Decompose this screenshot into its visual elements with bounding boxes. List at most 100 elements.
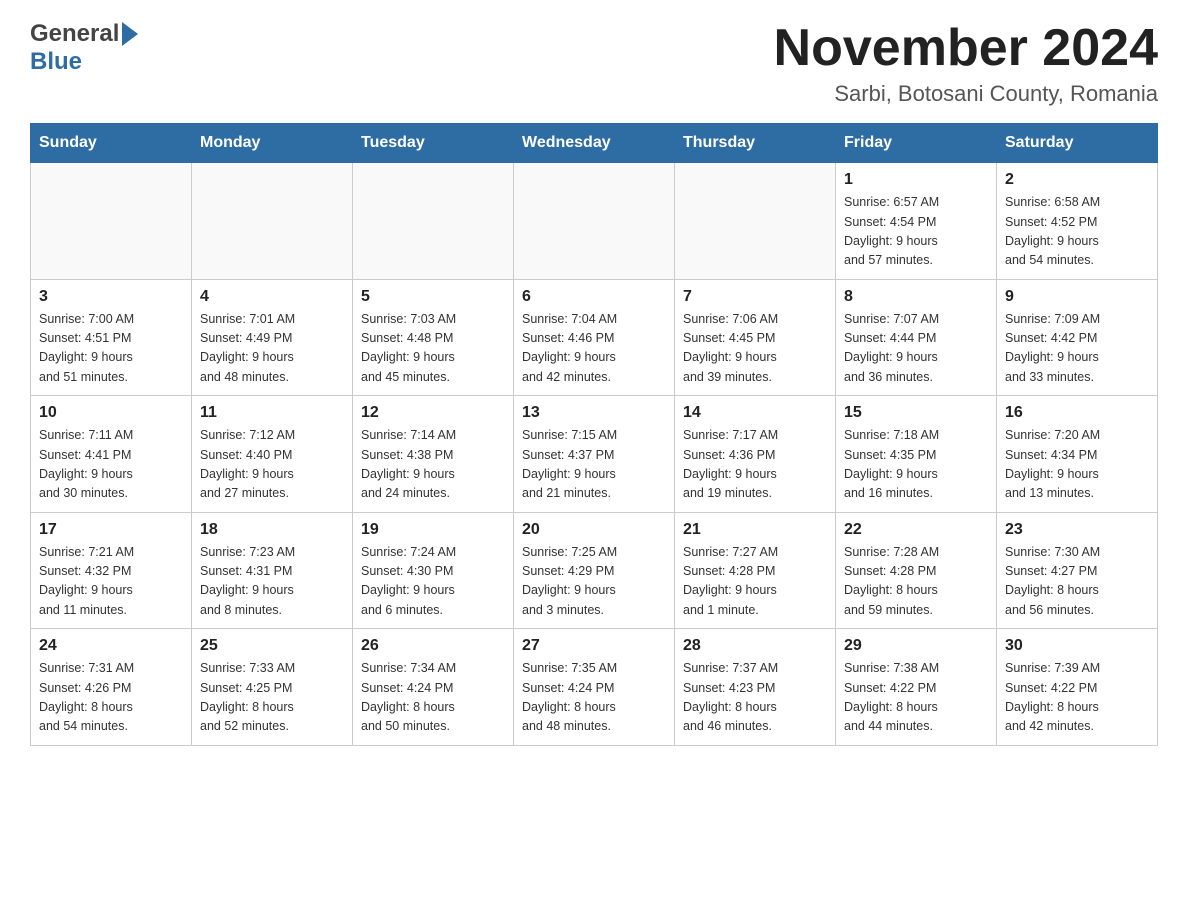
day-info: Sunrise: 7:25 AM Sunset: 4:29 PM Dayligh…: [522, 543, 666, 621]
day-number: 25: [200, 637, 344, 655]
title-area: November 2024 Sarbi, Botosani County, Ro…: [774, 20, 1158, 107]
day-number: 2: [1005, 171, 1149, 189]
calendar-cell: 9Sunrise: 7:09 AM Sunset: 4:42 PM Daylig…: [997, 279, 1158, 396]
calendar-cell: 22Sunrise: 7:28 AM Sunset: 4:28 PM Dayli…: [836, 512, 997, 629]
day-number: 22: [844, 521, 988, 539]
calendar-cell: 11Sunrise: 7:12 AM Sunset: 4:40 PM Dayli…: [192, 396, 353, 513]
day-info: Sunrise: 7:14 AM Sunset: 4:38 PM Dayligh…: [361, 426, 505, 504]
day-info: Sunrise: 7:24 AM Sunset: 4:30 PM Dayligh…: [361, 543, 505, 621]
calendar-cell: 2 Sunrise: 6:58 AM Sunset: 4:52 PM Daylig…: [997, 163, 1158, 280]
day-info: Sunrise: 7:15 AM Sunset: 4:37 PM Dayligh…: [522, 426, 666, 504]
column-header-monday: Monday: [192, 124, 353, 163]
calendar-week-row: 24Sunrise: 7:31 AM Sunset: 4:26 PM Dayli…: [31, 629, 1158, 746]
day-number: 12: [361, 404, 505, 422]
day-info: Sunrise: 7:34 AM Sunset: 4:24 PM Dayligh…: [361, 659, 505, 737]
calendar-cell: 6 Sunrise: 7:04 AM Sunset: 4:46 PM Daylig…: [514, 279, 675, 396]
day-number: 30: [1005, 637, 1149, 655]
calendar-cell: 1 Sunrise: 6:57 AM Sunset: 4:54 PM Daylig…: [836, 163, 997, 280]
day-number: 4: [200, 288, 344, 306]
calendar-cell: 20 Sunrise: 7:25 AM Sunset: 4:29 PM Dayli…: [514, 512, 675, 629]
day-number: 17: [39, 521, 183, 539]
calendar-cell: 24Sunrise: 7:31 AM Sunset: 4:26 PM Dayli…: [31, 629, 192, 746]
calendar-header-row: SundayMondayTuesdayWednesdayThursdayFrid…: [31, 124, 1158, 163]
calendar-cell: 8Sunrise: 7:07 AM Sunset: 4:44 PM Daylig…: [836, 279, 997, 396]
day-info: Sunrise: 7:04 AM Sunset: 4:46 PM Dayligh…: [522, 310, 666, 388]
day-number: 23: [1005, 521, 1149, 539]
day-info: Sunrise: 7:20 AM Sunset: 4:34 PM Dayligh…: [1005, 426, 1149, 504]
calendar-cell: 14 Sunrise: 7:17 AM Sunset: 4:36 PM Dayli…: [675, 396, 836, 513]
day-info: Sunrise: 6:58 AM Sunset: 4:52 PM Dayligh…: [1005, 193, 1149, 271]
day-info: Sunrise: 7:18 AM Sunset: 4:35 PM Dayligh…: [844, 426, 988, 504]
calendar-cell: 27 Sunrise: 7:35 AM Sunset: 4:24 PM Dayli…: [514, 629, 675, 746]
day-number: 16: [1005, 404, 1149, 422]
day-number: 15: [844, 404, 988, 422]
calendar-week-row: 3 Sunrise: 7:00 AM Sunset: 4:51 PM Daylig…: [31, 279, 1158, 396]
calendar-cell: 15 Sunrise: 7:18 AM Sunset: 4:35 PM Dayli…: [836, 396, 997, 513]
calendar-cell: 18Sunrise: 7:23 AM Sunset: 4:31 PM Dayli…: [192, 512, 353, 629]
day-number: 13: [522, 404, 666, 422]
calendar-cell: [192, 163, 353, 280]
column-header-saturday: Saturday: [997, 124, 1158, 163]
day-info: Sunrise: 7:37 AM Sunset: 4:23 PM Dayligh…: [683, 659, 827, 737]
calendar-cell: 4 Sunrise: 7:01 AM Sunset: 4:49 PM Daylig…: [192, 279, 353, 396]
day-info: Sunrise: 7:39 AM Sunset: 4:22 PM Dayligh…: [1005, 659, 1149, 737]
location-subtitle: Sarbi, Botosani County, Romania: [774, 81, 1158, 107]
calendar-week-row: 1 Sunrise: 6:57 AM Sunset: 4:54 PM Daylig…: [31, 163, 1158, 280]
day-info: Sunrise: 6:57 AM Sunset: 4:54 PM Dayligh…: [844, 193, 988, 271]
day-number: 20: [522, 521, 666, 539]
day-number: 3: [39, 288, 183, 306]
column-header-friday: Friday: [836, 124, 997, 163]
day-info: Sunrise: 7:17 AM Sunset: 4:36 PM Dayligh…: [683, 426, 827, 504]
day-number: 1: [844, 171, 988, 189]
day-info: Sunrise: 7:21 AM Sunset: 4:32 PM Dayligh…: [39, 543, 183, 621]
day-info: Sunrise: 7:27 AM Sunset: 4:28 PM Dayligh…: [683, 543, 827, 621]
logo-arrow-icon: [122, 22, 138, 46]
day-info: Sunrise: 7:33 AM Sunset: 4:25 PM Dayligh…: [200, 659, 344, 737]
page-header: General Blue November 2024 Sarbi, Botosa…: [30, 20, 1158, 107]
logo-general-text: General: [30, 20, 119, 48]
calendar-cell: 17 Sunrise: 7:21 AM Sunset: 4:32 PM Dayli…: [31, 512, 192, 629]
calendar-cell: 16 Sunrise: 7:20 AM Sunset: 4:34 PM Dayli…: [997, 396, 1158, 513]
day-number: 6: [522, 288, 666, 306]
column-header-sunday: Sunday: [31, 124, 192, 163]
calendar-cell: 23Sunrise: 7:30 AM Sunset: 4:27 PM Dayli…: [997, 512, 1158, 629]
day-info: Sunrise: 7:00 AM Sunset: 4:51 PM Dayligh…: [39, 310, 183, 388]
day-info: Sunrise: 7:06 AM Sunset: 4:45 PM Dayligh…: [683, 310, 827, 388]
column-header-wednesday: Wednesday: [514, 124, 675, 163]
day-number: 5: [361, 288, 505, 306]
calendar-cell: 5 Sunrise: 7:03 AM Sunset: 4:48 PM Daylig…: [353, 279, 514, 396]
calendar-table: SundayMondayTuesdayWednesdayThursdayFrid…: [30, 123, 1158, 746]
calendar-cell: 26 Sunrise: 7:34 AM Sunset: 4:24 PM Dayli…: [353, 629, 514, 746]
day-info: Sunrise: 7:03 AM Sunset: 4:48 PM Dayligh…: [361, 310, 505, 388]
calendar-cell: 7Sunrise: 7:06 AM Sunset: 4:45 PM Daylig…: [675, 279, 836, 396]
day-number: 27: [522, 637, 666, 655]
day-number: 21: [683, 521, 827, 539]
logo: General Blue: [30, 20, 138, 76]
month-title: November 2024: [774, 20, 1158, 77]
calendar-cell: 13 Sunrise: 7:15 AM Sunset: 4:37 PM Dayli…: [514, 396, 675, 513]
day-number: 26: [361, 637, 505, 655]
calendar-cell: [31, 163, 192, 280]
calendar-cell: 3 Sunrise: 7:00 AM Sunset: 4:51 PM Daylig…: [31, 279, 192, 396]
day-info: Sunrise: 7:01 AM Sunset: 4:49 PM Dayligh…: [200, 310, 344, 388]
column-header-thursday: Thursday: [675, 124, 836, 163]
day-number: 18: [200, 521, 344, 539]
day-number: 29: [844, 637, 988, 655]
calendar-cell: 21 Sunrise: 7:27 AM Sunset: 4:28 PM Dayli…: [675, 512, 836, 629]
day-number: 14: [683, 404, 827, 422]
calendar-week-row: 10Sunrise: 7:11 AM Sunset: 4:41 PM Dayli…: [31, 396, 1158, 513]
day-number: 28: [683, 637, 827, 655]
day-info: Sunrise: 7:12 AM Sunset: 4:40 PM Dayligh…: [200, 426, 344, 504]
day-number: 24: [39, 637, 183, 655]
day-number: 19: [361, 521, 505, 539]
day-info: Sunrise: 7:35 AM Sunset: 4:24 PM Dayligh…: [522, 659, 666, 737]
calendar-cell: 28 Sunrise: 7:37 AM Sunset: 4:23 PM Dayli…: [675, 629, 836, 746]
calendar-cell: 25 Sunrise: 7:33 AM Sunset: 4:25 PM Dayli…: [192, 629, 353, 746]
day-number: 10: [39, 404, 183, 422]
logo-blue-text: Blue: [30, 48, 82, 76]
calendar-cell: 10Sunrise: 7:11 AM Sunset: 4:41 PM Dayli…: [31, 396, 192, 513]
calendar-cell: 19 Sunrise: 7:24 AM Sunset: 4:30 PM Dayli…: [353, 512, 514, 629]
calendar-cell: 30 Sunrise: 7:39 AM Sunset: 4:22 PM Dayli…: [997, 629, 1158, 746]
day-info: Sunrise: 7:09 AM Sunset: 4:42 PM Dayligh…: [1005, 310, 1149, 388]
calendar-cell: 29Sunrise: 7:38 AM Sunset: 4:22 PM Dayli…: [836, 629, 997, 746]
